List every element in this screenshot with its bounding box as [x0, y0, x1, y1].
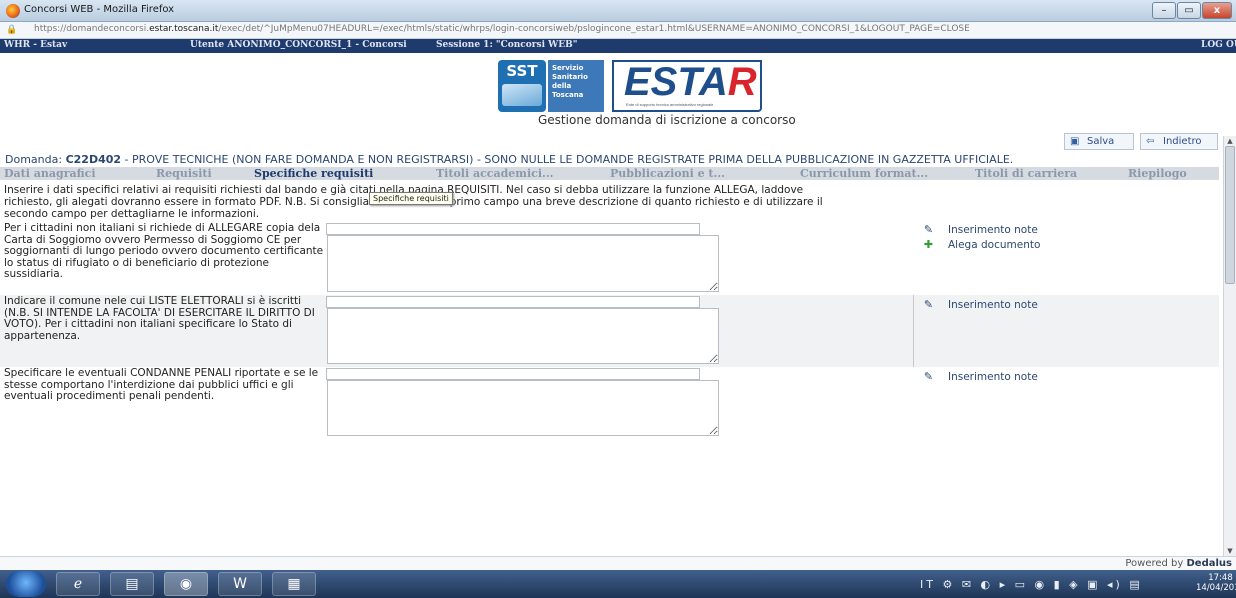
domanda-header: Domanda: C22D402 - PROVE TECNICHE (NON F… — [5, 153, 1014, 166]
scroll-down-arrow-icon[interactable]: ▼ — [1224, 546, 1236, 556]
sst-wave-graphic — [502, 84, 542, 106]
page-footer: Powered by Dedalus — [0, 556, 1236, 570]
tab-tooltip: Specifiche requisiti — [369, 192, 453, 205]
session-label: Sessione 1: "Concorsi WEB" — [436, 40, 578, 50]
back-button[interactable]: ⇦ Indietro — [1140, 133, 1218, 150]
scroll-up-arrow-icon[interactable]: ▲ — [1224, 136, 1236, 146]
user-label: Utente ANONIMO_CONCORSI_1 - Concorsi — [190, 40, 407, 50]
app-name: WHR - Estav — [4, 40, 68, 50]
column-divider — [913, 295, 914, 367]
tab-titoli-carriera[interactable]: Titoli di carriera — [975, 167, 1077, 180]
tab-pubblicazioni[interactable]: Pubblicazioni e t... — [610, 167, 725, 180]
edit-note-icon: ✎ — [923, 298, 934, 311]
close-button[interactable]: x — [1202, 2, 1232, 19]
tab-titoli-accademici[interactable]: Titoli accademici... — [436, 167, 554, 180]
maximize-button[interactable]: ▭ — [1177, 2, 1201, 19]
url-bar[interactable]: 🔒 https://domandeconcorsi.estar.toscana.… — [0, 22, 1236, 39]
requirement-label: Specificare le eventuali CONDANNE PENALI… — [4, 367, 319, 402]
requirement-row: Specificare le eventuali CONDANNE PENALI… — [0, 367, 1219, 437]
minimize-button[interactable]: – — [1152, 2, 1176, 19]
edit-note-icon: ✎ — [923, 223, 934, 236]
page-subtitle: Gestione domanda di iscrizione a concors… — [538, 113, 796, 127]
tab-riepilogo[interactable]: Riepilogo — [1128, 167, 1187, 180]
requirement-detail-textarea[interactable] — [327, 235, 719, 292]
requirement-summary-input[interactable] — [326, 223, 700, 235]
requirement-detail-textarea[interactable] — [327, 308, 719, 364]
floppy-icon: ▣ — [1070, 136, 1080, 147]
clock[interactable]: 17:48 14/04/2016 — [1196, 573, 1236, 593]
estar-logo: ESTAR Ente di supporto tecnico amministr… — [612, 60, 762, 112]
requirement-summary-input[interactable] — [326, 368, 700, 380]
insert-note-link[interactable]: ✎ Inserimento note — [922, 224, 1038, 237]
powered-by: Powered by Dedalus — [1125, 558, 1232, 569]
app-header: WHR - Estav Utente ANONIMO_CONCORSI_1 - … — [0, 39, 1236, 53]
scrollbar-thumb[interactable] — [1225, 146, 1235, 284]
insert-note-link[interactable]: ✎ Inserimento note — [922, 299, 1038, 312]
save-button[interactable]: ▣ Salva — [1064, 133, 1134, 150]
requirement-label: Per i cittadini non italiani si richiede… — [4, 222, 324, 280]
tab-curriculum[interactable]: Curriculum format... — [800, 167, 928, 180]
app-task-icon[interactable]: ▦ — [272, 572, 316, 596]
tab-specifiche-requisiti[interactable]: Specifiche requisiti — [254, 167, 373, 180]
word-icon[interactable]: W — [218, 572, 262, 596]
sst-logo: SST — [498, 60, 546, 112]
instructions-text: Inserire i dati specifici relativi ai re… — [4, 184, 823, 220]
windows-taskbar: ℯ ▤ ◉ W ▦ IT ⚙ ✉ ◐ ▸ ▭ ◉ ▮ ◈ ▣ ◂) ▤ 17:4… — [0, 570, 1236, 598]
requirement-detail-textarea[interactable] — [327, 380, 719, 436]
requirement-summary-input[interactable] — [326, 296, 700, 308]
attach-plus-icon: ✚ — [923, 238, 934, 251]
insert-note-link[interactable]: ✎ Inserimento note — [922, 371, 1038, 384]
system-tray[interactable]: IT ⚙ ✉ ◐ ▸ ▭ ◉ ▮ ◈ ▣ ◂) ▤ — [920, 578, 1143, 591]
lock-icon: 🔒 — [6, 25, 18, 35]
requirement-row: Indicare il comune nele cui LISTE ELETTO… — [0, 295, 1219, 367]
requirement-row: Per i cittadini non italiani si richiede… — [0, 222, 1219, 294]
firefox-task-icon[interactable]: ◉ — [164, 572, 208, 596]
tab-bar: Dati anagrafici Requisiti Specifiche req… — [0, 167, 1219, 180]
tab-requisiti[interactable]: Requisiti — [156, 167, 212, 180]
logout-link[interactable]: LOG OUT — [1201, 40, 1236, 50]
edit-note-icon: ✎ — [923, 370, 934, 383]
firefox-icon — [6, 4, 20, 18]
back-arrow-icon: ⇦ — [1146, 136, 1155, 147]
attach-document-link[interactable]: ✚ Alega documento — [922, 238, 1041, 252]
url-text[interactable]: https://domandeconcorsi.estar.toscana.it… — [34, 24, 970, 34]
window-title: Concorsi WEB - Mozilla Firefox — [24, 4, 175, 15]
ie-icon[interactable]: ℯ — [56, 572, 100, 596]
start-button[interactable] — [6, 571, 46, 597]
vertical-scrollbar[interactable]: ▲ ▼ — [1223, 136, 1236, 556]
tab-dati-anagrafici[interactable]: Dati anagrafici — [4, 167, 96, 180]
folder-icon[interactable]: ▤ — [110, 572, 154, 596]
requirement-label: Indicare il comune nele cui LISTE ELETTO… — [4, 295, 315, 342]
servizio-sanitario-logo: Servizio Sanitario della Toscana — [548, 60, 604, 112]
window-titlebar: Concorsi WEB - Mozilla Firefox – ▭ x — [0, 0, 1236, 22]
